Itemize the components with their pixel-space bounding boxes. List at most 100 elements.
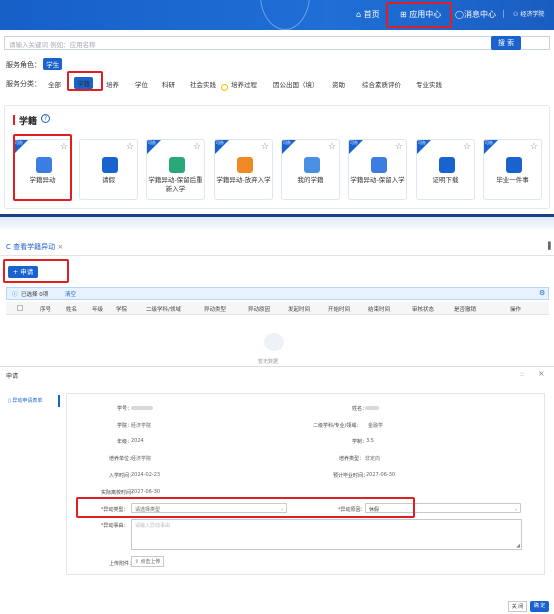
star-icon[interactable]: ☆ (463, 142, 471, 152)
tab-close-icon[interactable]: × (57, 243, 63, 251)
resize-handle-icon[interactable]: ◢ (516, 543, 520, 549)
confirm-button[interactable]: 确 定 (530, 601, 549, 612)
upload-button[interactable]: ⇪ 点击上传 (131, 556, 164, 567)
column-header[interactable]: 姓名 (66, 305, 77, 313)
app-icon (102, 157, 118, 173)
column-header[interactable]: 发起时间 (288, 305, 310, 313)
close-button[interactable]: 关 闭 (508, 601, 527, 612)
app-card[interactable]: 可办 ☆ 毕业一件事 (483, 139, 542, 200)
category-shehui[interactable]: 社会实践 (190, 79, 216, 89)
section-separator (0, 216, 554, 231)
column-header[interactable]: 年级 (92, 305, 103, 313)
card-badge: 可办 (418, 140, 426, 145)
column-header[interactable]: 操作 (510, 305, 521, 313)
app-card-label: 我的学籍 (297, 176, 324, 184)
cursor-indicator (221, 84, 228, 91)
category-chuguo[interactable]: 因公出国（境） (273, 79, 319, 89)
selection-bar: ⓘ 已选择 0项 清空 ⚙ (6, 287, 549, 300)
column-header[interactable]: 学院 (116, 305, 127, 313)
grade-label: 年级： (117, 439, 133, 445)
column-header[interactable]: 序号 (40, 305, 51, 313)
college-label: 学院： (117, 423, 133, 429)
minimize-icon[interactable]: :: (520, 371, 524, 378)
star-icon[interactable]: ☆ (530, 142, 538, 152)
app-card-label: 证明下载 (432, 176, 459, 184)
settings-icon[interactable]: ⚙ (539, 289, 545, 297)
star-icon[interactable]: ☆ (193, 142, 201, 152)
search-button[interactable]: 搜 索 (491, 36, 521, 50)
clear-selection-link[interactable]: 清空 (65, 290, 76, 298)
app-card-label: 请假 (102, 176, 115, 184)
actual-grad-value: 2027-06-30 (131, 489, 161, 495)
category-keyan[interactable]: 科研 (162, 79, 175, 89)
category-xuewei[interactable]: 学位 (135, 79, 148, 89)
column-header[interactable]: 审核状态 (412, 305, 434, 313)
close-icon[interactable]: × (538, 369, 545, 378)
reason-detail-textarea[interactable]: 请输入异动事由 ◢ (131, 519, 522, 550)
column-header[interactable]: 结束时间 (368, 305, 390, 313)
highlight-apply (3, 259, 69, 283)
app-card-label: 学籍异动-保留入学 (350, 176, 405, 184)
card-badge: 可办 (283, 140, 291, 145)
decorative-wave (260, 0, 310, 30)
nav-user[interactable]: ⚇ 经济学院 (513, 9, 544, 18)
nav-home[interactable]: ⌂ 首页 (356, 9, 380, 20)
app-card-label: 学籍异动-放弃入学 (216, 176, 271, 184)
grade-value: 2024 (131, 438, 144, 444)
category-all[interactable]: 全部 (48, 79, 61, 89)
name-value (365, 405, 379, 411)
duration-value: 3.5 (366, 438, 374, 444)
upload-icon: ⇪ (134, 559, 139, 565)
chevron-down-icon: ⌄ (514, 506, 519, 512)
form-icon: ▯ (8, 398, 11, 404)
top-nav-bar: ⌂ 首页 ⊞ 应用中心 ◯消息中心 | ⚇ 经济学院 (0, 0, 554, 30)
category-zizhu[interactable]: 资助 (332, 79, 345, 89)
highlight-card (13, 134, 72, 201)
star-icon[interactable]: ☆ (261, 142, 269, 152)
type-value: 非定向 (365, 456, 381, 462)
tab-view-change[interactable]: C 查看学籍异动 × (6, 242, 63, 252)
star-icon[interactable]: ☆ (395, 142, 403, 152)
app-icon (506, 157, 522, 173)
app-card[interactable]: 可办 ☆ 学籍异动-保留后重新入学 (146, 139, 205, 200)
column-header[interactable]: 开始时间 (328, 305, 350, 313)
type-label: 培养类型： (339, 456, 365, 462)
question-circle-icon[interactable]: ? (41, 114, 50, 123)
app-card[interactable]: 可办 ☆ 证明下载 (416, 139, 475, 200)
app-icon (169, 157, 185, 173)
app-card[interactable]: 可办 ☆ 学籍异动-放弃入学 (214, 139, 273, 200)
separator-line (0, 214, 554, 217)
enroll-value: 2024-02-23 (131, 472, 161, 478)
category-peiyang[interactable]: 培养 (106, 79, 119, 89)
column-header[interactable]: 异动类型 (204, 305, 226, 313)
refresh-icon: C (6, 243, 11, 251)
side-menu-item[interactable]: ▯ 异动申请表单 (8, 395, 60, 407)
chat-icon: ◯ (455, 10, 464, 19)
tab-more-icon[interactable]: ▌ (548, 242, 553, 250)
card-badge: 可办 (350, 140, 358, 145)
highlight-category (67, 71, 103, 91)
column-header[interactable]: 是否撤销 (454, 305, 476, 313)
card-badge: 可办 (148, 140, 156, 145)
star-icon[interactable]: ☆ (328, 142, 336, 152)
column-header[interactable]: 二级学科/领域 (146, 305, 181, 313)
empty-text: 暂无数据 (258, 359, 279, 365)
star-icon[interactable]: ☆ (126, 142, 134, 152)
app-card[interactable]: 可办 ☆ 我的学籍 (281, 139, 340, 200)
user-icon: ⚇ (513, 11, 519, 18)
column-header[interactable]: 异动原因 (248, 305, 270, 313)
home-icon: ⌂ (356, 10, 362, 19)
category-zhuanye[interactable]: 专业实践 (416, 79, 442, 89)
app-card[interactable]: 可办 ☆ 学籍异动-保留入学 (348, 139, 407, 200)
nav-messages[interactable]: ◯消息中心 (455, 9, 496, 20)
app-icon (304, 157, 320, 173)
discipline-label: 二级学科/专业/领域： (313, 423, 362, 429)
app-card-label: 学籍异动-保留后重新入学 (148, 176, 203, 193)
category-guocheng[interactable]: 培养过程 (231, 79, 257, 89)
student-id-value (131, 405, 153, 411)
app-card[interactable]: ☆ 请假 (79, 139, 138, 200)
role-tag-student[interactable]: 学生 (43, 58, 63, 70)
select-all-checkbox[interactable] (17, 305, 23, 311)
category-zonghe[interactable]: 综合素质评价 (362, 79, 401, 89)
search-input[interactable]: 请输入关键词 例如：应用名称 (9, 39, 96, 49)
